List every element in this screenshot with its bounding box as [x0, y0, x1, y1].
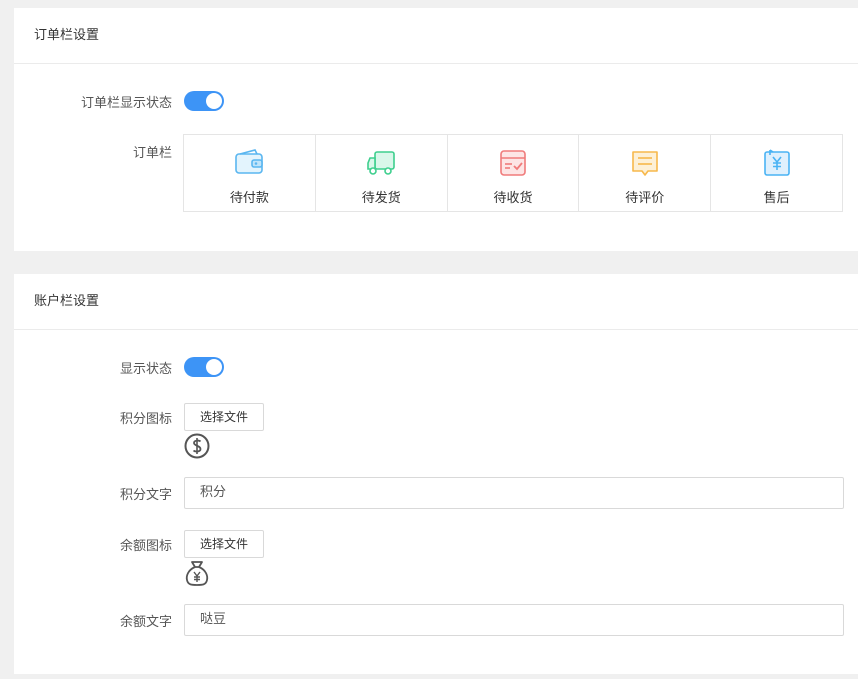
order-bar-label: 订单栏 — [132, 146, 172, 161]
points-icon-preview — [184, 433, 210, 463]
order-item-label: 售后 — [763, 191, 790, 206]
wallet-icon — [235, 149, 264, 174]
balance-icon-label: 余额图标 — [119, 539, 172, 554]
order-bar: 待付款 待发货 待收货 待评价 售后 — [183, 134, 843, 212]
points-icon-choose-file-button[interactable]: 选择文件 — [184, 403, 264, 431]
points-text-input[interactable]: 积分 — [184, 477, 844, 509]
comment-icon — [631, 151, 658, 176]
refund-icon — [763, 149, 790, 176]
dollar-coin-icon — [184, 433, 210, 459]
order-item-pending-payment[interactable]: 待付款 — [184, 135, 316, 211]
order-item-pending-review[interactable]: 待评价 — [579, 135, 712, 211]
balance-icon-choose-file-button[interactable]: 选择文件 — [184, 530, 264, 558]
order-item-after-sales[interactable]: 售后 — [711, 135, 842, 211]
account-display-status-toggle[interactable] — [184, 357, 224, 377]
order-item-pending-shipment[interactable]: 待发货 — [316, 135, 448, 211]
order-settings-card: 订单栏设置 订单栏显示状态 订单栏 待付款 待发货 待收货 待评价 售后 — [14, 8, 858, 251]
order-settings-title: 订单栏设置 — [14, 8, 858, 64]
order-item-label: 待收货 — [493, 191, 533, 206]
balance-text-input[interactable]: 哒豆 — [184, 604, 844, 636]
truck-icon — [367, 151, 395, 175]
toggle-knob — [206, 93, 222, 109]
order-item-label: 待评价 — [625, 191, 665, 206]
balance-text-label: 余额文字 — [119, 615, 172, 630]
points-icon-label: 积分图标 — [119, 412, 172, 427]
order-item-label: 待付款 — [229, 191, 269, 206]
account-display-status-label: 显示状态 — [119, 362, 172, 377]
box-check-icon — [500, 150, 526, 176]
order-item-label: 待发货 — [361, 191, 401, 206]
money-bag-icon — [185, 561, 209, 586]
account-settings-title: 账户栏设置 — [14, 274, 858, 330]
balance-icon-preview — [184, 559, 210, 591]
order-display-status-toggle[interactable] — [184, 91, 224, 111]
points-text-label: 积分文字 — [119, 488, 172, 503]
order-display-status-label: 订单栏显示状态 — [80, 96, 172, 111]
toggle-knob — [206, 359, 222, 375]
order-item-pending-receipt[interactable]: 待收货 — [448, 135, 580, 211]
account-settings-card: 账户栏设置 显示状态 积分图标 选择文件 积分文字 积分 余额图标 选择文件 余… — [14, 274, 858, 674]
